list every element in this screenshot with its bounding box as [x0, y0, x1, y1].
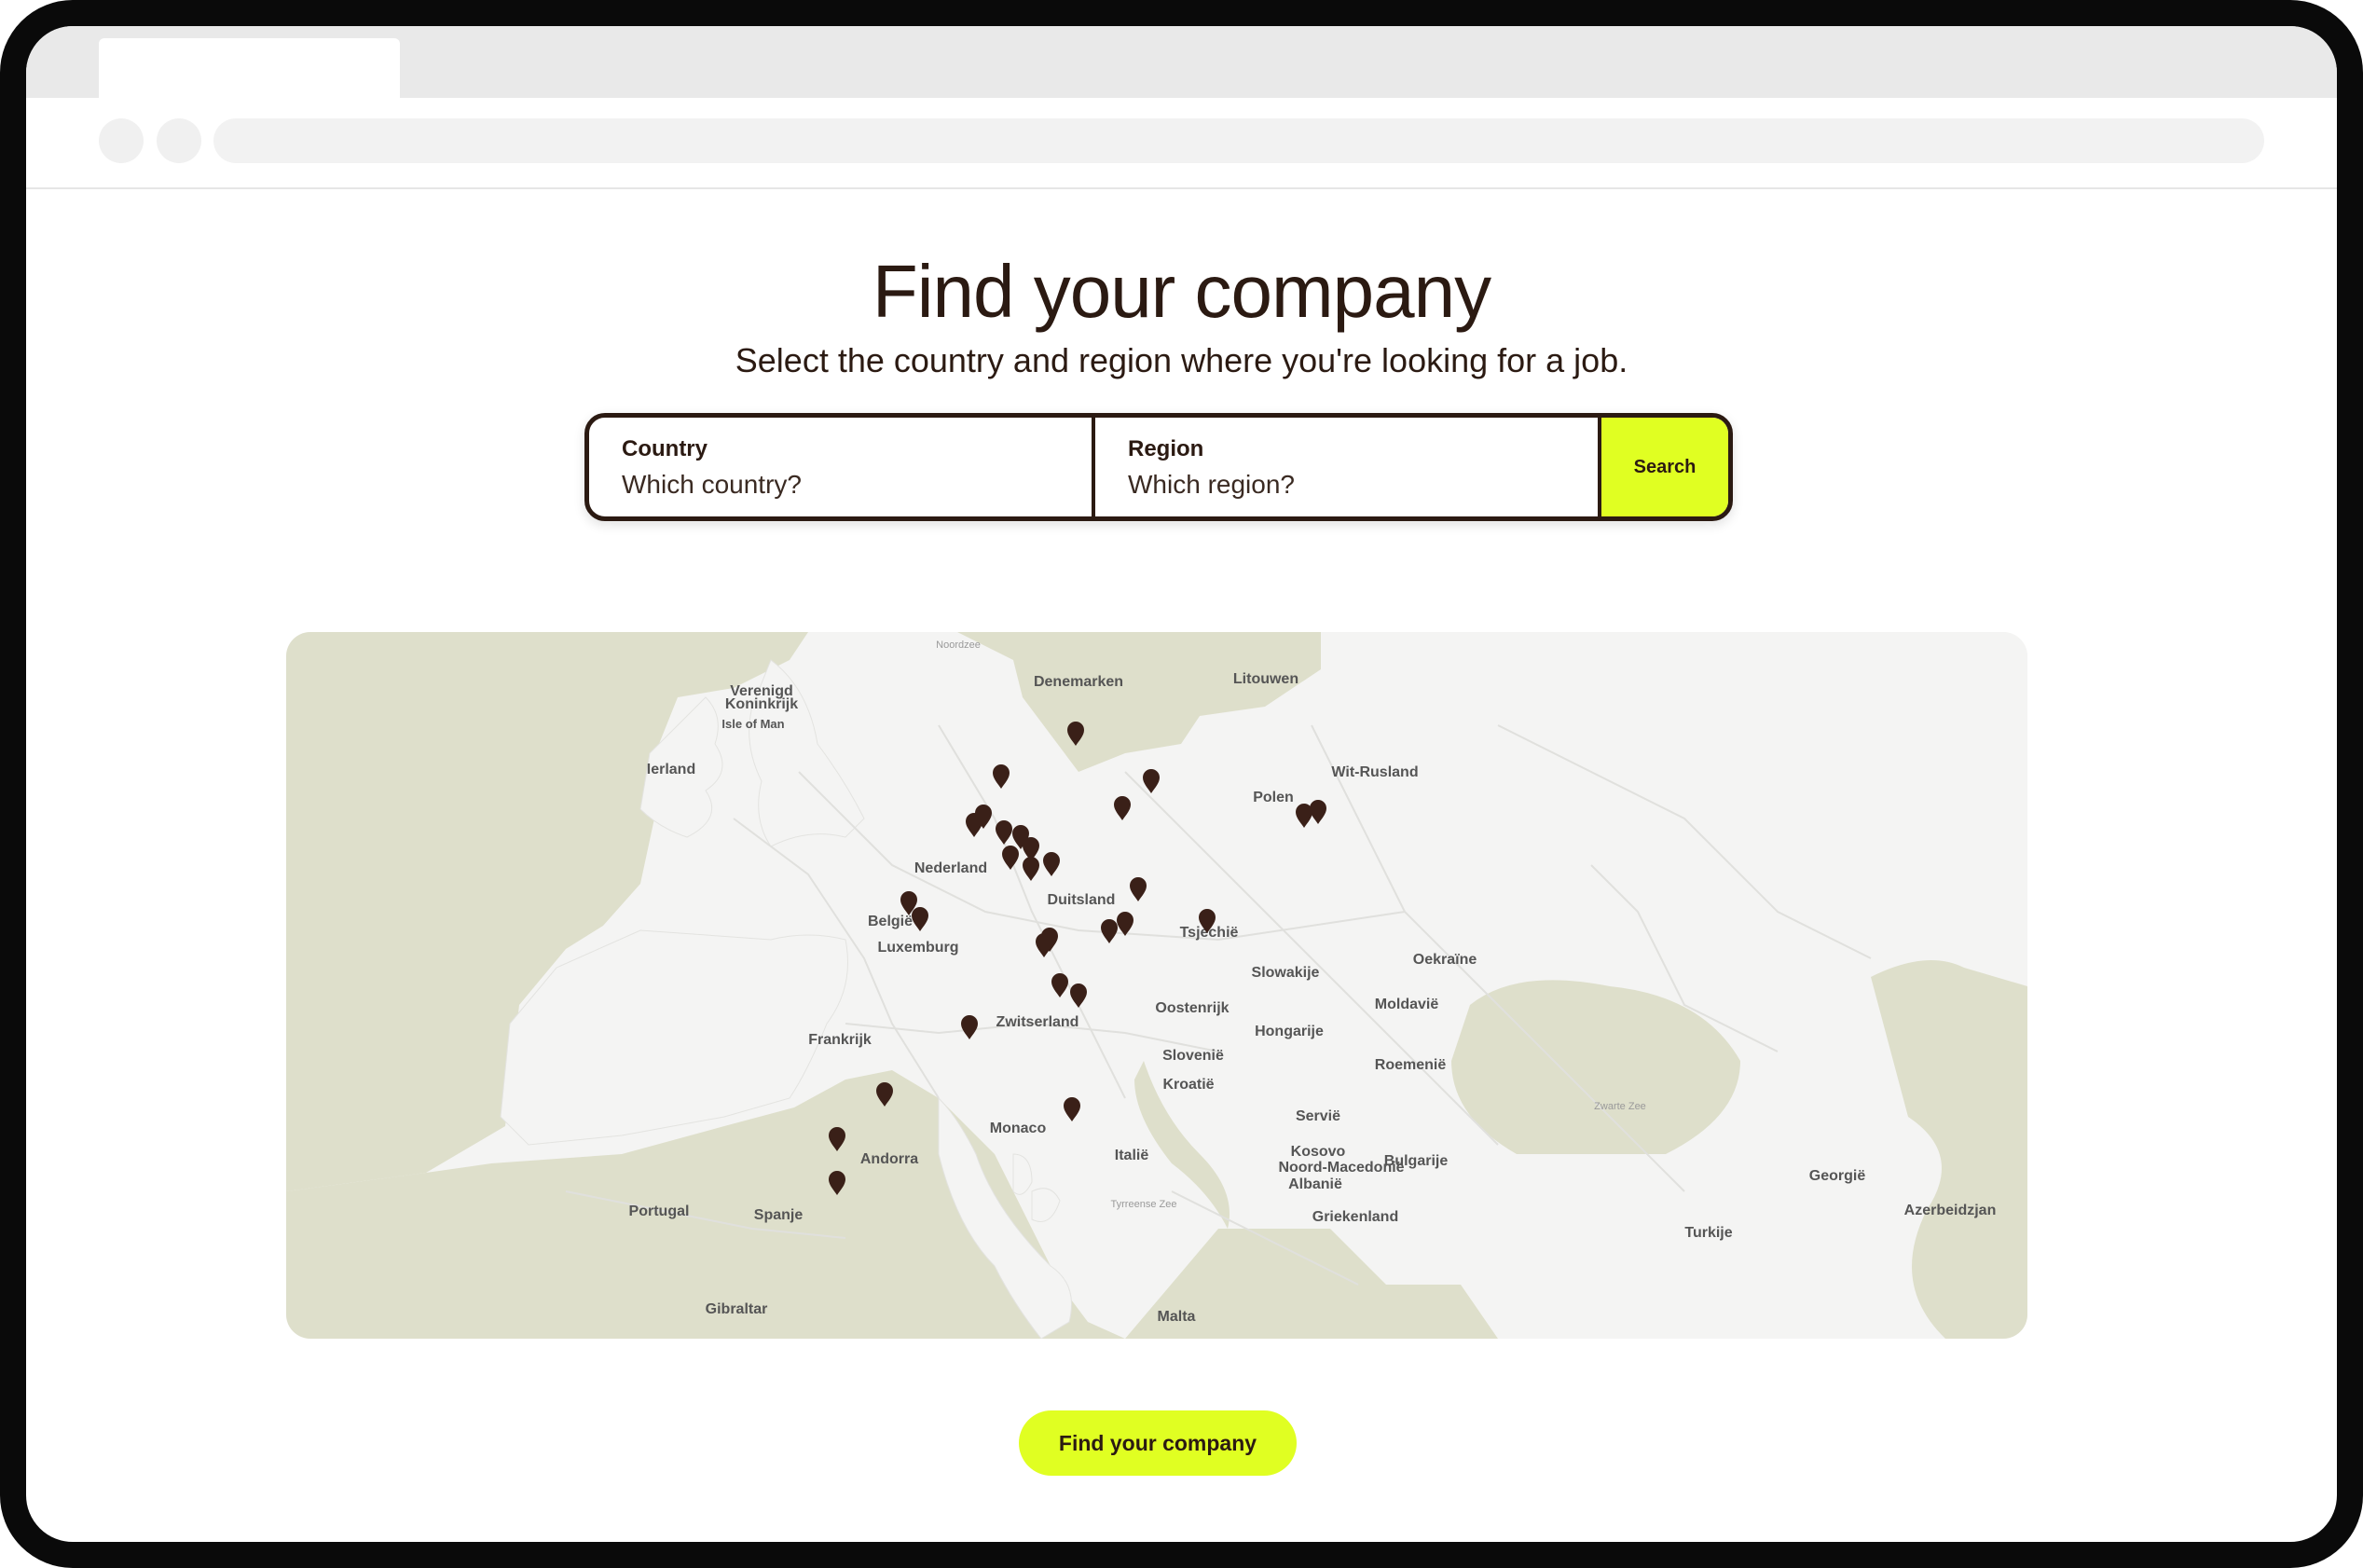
map-label-wit-rusland: Wit-Rusland	[1331, 764, 1418, 780]
map-label-portugal: Portugal	[629, 1204, 690, 1219]
map-label-servi-: Servië	[1296, 1108, 1340, 1124]
map-label-griekenland: Griekenland	[1312, 1209, 1398, 1225]
country-label: Country	[622, 436, 708, 461]
back-button[interactable]	[99, 118, 144, 163]
map-label-noordzee: Noordzee	[936, 640, 981, 651]
map-label-andorra: Andorra	[860, 1151, 918, 1167]
map-label-tyrreense-zee: Tyrreense Zee	[1111, 1199, 1177, 1210]
map-label-monaco: Monaco	[990, 1121, 1047, 1136]
map-label-kroati-: Kroatië	[1162, 1077, 1214, 1093]
map-label-koninkrijk: Koninkrijk	[725, 696, 798, 712]
search-bar: Country Region Search	[584, 413, 1733, 521]
map-label-moldavi-: Moldavië	[1375, 997, 1439, 1012]
region-input[interactable]	[1128, 470, 1565, 500]
search-button[interactable]: Search	[1601, 418, 1728, 516]
region-field[interactable]: Region	[1095, 418, 1601, 516]
map-label-slowakije: Slowakije	[1252, 965, 1320, 981]
map-label-hongarije: Hongarije	[1255, 1024, 1324, 1039]
map-label-turkije: Turkije	[1684, 1225, 1732, 1241]
map-label-isle-of-man: Isle of Man	[721, 717, 784, 731]
map-label-oekra-ne: Oekraïne	[1413, 952, 1477, 968]
map-label-luxemburg: Luxemburg	[877, 940, 958, 956]
map-label-polen: Polen	[1253, 790, 1294, 805]
map-label-itali-: Italië	[1115, 1148, 1149, 1163]
map-label-ierland: Ierland	[647, 762, 695, 777]
forward-button[interactable]	[157, 118, 201, 163]
europe-map[interactable]: Verenigd Koninkrijk Isle of Man Ierland Noor…	[286, 632, 2027, 1339]
map-label-litouwen: Litouwen	[1233, 671, 1298, 687]
page-subtitle: Select the country and region where you'…	[735, 341, 1628, 379]
map-label-denemarken: Denemarken	[1034, 674, 1123, 690]
map-label-zwarte-zee: Zwarte Zee	[1594, 1101, 1646, 1112]
map-label-belgi-: België	[868, 914, 913, 929]
page-title: Find your company	[872, 250, 1491, 333]
map-label-spanje: Spanje	[754, 1207, 804, 1223]
map-label-azerbeidzjan: Azerbeidzjan	[1904, 1203, 1997, 1218]
map-label-roemeni-: Roemenië	[1375, 1057, 1447, 1073]
browser-tab-strip	[26, 26, 2337, 98]
region-label: Region	[1128, 436, 1204, 461]
map-label-nederland: Nederland	[914, 860, 987, 876]
map-canvas: VerenigdKoninkrijkIsle of ManIerlandNoor…	[286, 632, 2027, 1339]
map-label-zwitserland: Zwitserland	[996, 1014, 1079, 1030]
map-label-albani-: Albanië	[1288, 1176, 1342, 1192]
find-company-button[interactable]: Find your company	[1019, 1410, 1297, 1476]
map-label-frankrijk: Frankrijk	[808, 1032, 872, 1048]
map-label-noord-macedoni-: Noord-Macedonië	[1278, 1160, 1404, 1176]
browser-tab[interactable]	[99, 38, 400, 98]
map-label-kosovo: Kosovo	[1291, 1144, 1346, 1160]
map-label-gibraltar: Gibraltar	[706, 1301, 768, 1317]
address-bar[interactable]	[213, 118, 2264, 163]
country-input[interactable]	[622, 470, 1059, 500]
country-field[interactable]: Country	[589, 418, 1095, 516]
map-label-sloveni-: Slovenië	[1162, 1048, 1224, 1064]
map-label-oostenrijk: Oostenrijk	[1155, 1000, 1229, 1016]
page-content: Find your company Select the country and…	[0, 163, 2363, 1568]
map-label-georgi-: Georgië	[1809, 1168, 1866, 1184]
map-label-duitsland: Duitsland	[1048, 892, 1116, 908]
map-label-malta: Malta	[1158, 1309, 1196, 1325]
